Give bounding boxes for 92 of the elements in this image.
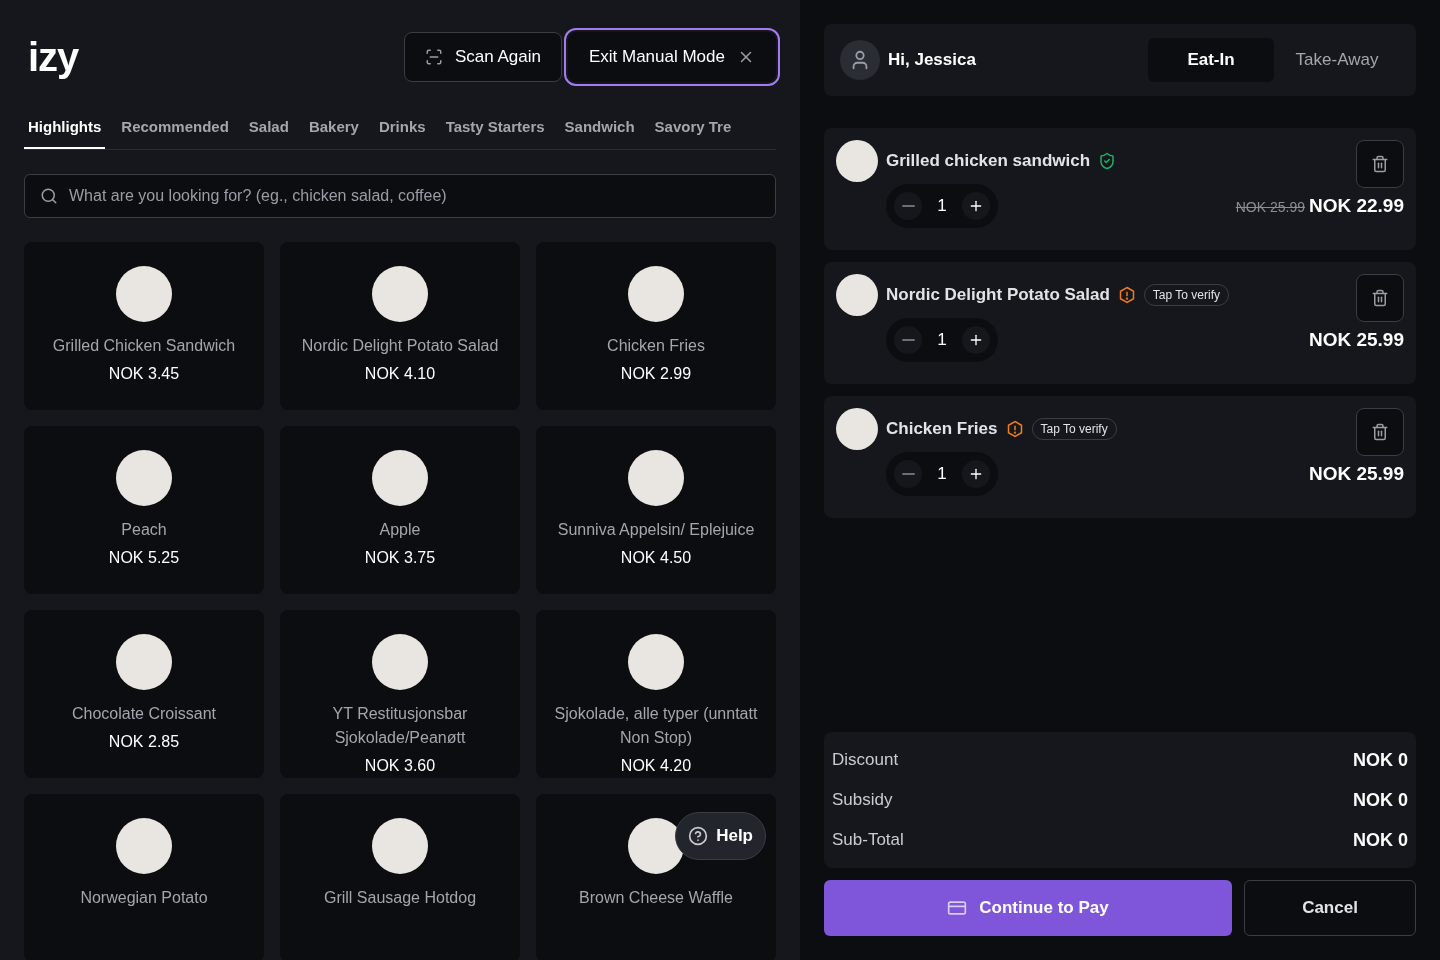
summary-label: Sub-Total [832,829,904,852]
product-card[interactable]: Apple NOK 3.75 [280,425,520,594]
product-card[interactable]: Nordic Delight Potato Salad NOK 4.10 [280,241,520,410]
product-price: NOK 2.85 [108,731,180,752]
product-price: NOK 3.45 [108,363,180,384]
product-price: NOK 3.60 [364,755,436,776]
product-name: Peach [121,519,167,540]
category-tab[interactable]: Savory Tre [650,116,736,149]
quantity: 1 [936,463,948,486]
summary-label: Discount [832,749,899,772]
delete-button[interactable] [1356,140,1404,188]
decrease-button[interactable] [894,326,922,354]
item-name: Grilled chicken sandwich [886,150,1091,173]
logo: izy [28,37,79,77]
warning-icon [1005,420,1024,438]
plus-icon [968,198,984,214]
increase-button[interactable] [962,326,990,354]
category-tab[interactable]: Bakery [304,116,363,149]
item-price: NOK 25.99 [1308,461,1404,486]
product-card[interactable]: YT Restitusjonsbar Sjokolade/Peanøtt NOK 3.60 [280,609,520,778]
plus-icon [968,466,984,482]
product-name: Sunniva Appelsin/ Eplejuice [557,519,755,540]
search-field[interactable]: What are you looking for? (eg., chicken salad, coffee) [24,173,776,218]
decrease-button[interactable] [894,192,922,220]
product-card[interactable]: Norwegian Potato [24,793,264,960]
product-name: Brown Cheese Waffle [579,887,733,908]
summary-value: NOK 0 [1353,828,1408,852]
search-icon [40,186,58,205]
order-type-tab[interactable]: Take-Away [1274,38,1400,82]
category-tab[interactable]: Highlights [24,116,106,149]
product-card[interactable]: Grilled Chicken Sandwich NOK 3.45 [24,241,264,410]
cancel-button[interactable]: Cancel [1244,880,1416,936]
product-price: NOK 4.50 [620,547,692,568]
card-icon [947,898,968,918]
product-card[interactable]: Sjokolade, alle typer (unntatt Non Stop) NOK 4.20 [536,609,776,778]
product-name: YT Restitusjonsbar Sjokolade/Peanøtt [331,703,469,748]
product-price: NOK 3.75 [364,547,436,568]
product-price: NOK 5.25 [108,547,180,568]
scan-icon [424,48,443,66]
category-tab[interactable]: Salad [244,116,293,149]
product-name: Chicken Fries [607,335,705,356]
trash-icon [1371,155,1389,173]
product-price: NOK 4.10 [364,363,436,384]
product-card[interactable]: Chocolate Croissant NOK 2.85 [24,609,264,778]
increase-button[interactable] [962,460,990,488]
minus-icon [901,473,915,475]
item-name: Nordic Delight Potato Salad [886,284,1110,307]
product-name: Nordic Delight Potato Salad [301,335,499,356]
product-card[interactable]: Peach NOK 5.25 [24,425,264,594]
product-card[interactable]: Sunniva Appelsin/ Eplejuice NOK 4.50 [536,425,776,594]
product-name: Sjokolade, alle typer (unntatt Non Stop) [553,703,759,748]
product-card[interactable]: Grill Sausage Hotdog [280,793,520,960]
greeting: Hi, Jessica [888,49,977,72]
summary-label: Subsidy [832,789,893,812]
product-name: Chocolate Croissant [71,703,217,724]
product-name: Grill Sausage Hotdog [323,887,477,908]
photo-placeholder [836,408,878,450]
order-type-tab[interactable]: Eat-In [1148,38,1274,82]
category-tab[interactable]: Drinks [374,116,430,149]
increase-button[interactable] [962,192,990,220]
item-name: Chicken Fries [886,418,998,441]
product-name: Grilled Chicken Sandwich [52,335,236,356]
photo-placeholder [836,274,878,316]
original-price: NOK 25.99 [1235,197,1305,217]
summary-value: NOK 0 [1353,748,1408,772]
trash-icon [1371,289,1389,307]
product-price: NOK 4.20 [620,755,692,776]
item-price: NOK 22.99 [1308,193,1404,218]
product-card[interactable]: Chicken Fries NOK 2.99 [536,241,776,410]
minus-icon [901,205,915,207]
product-price: NOK 2.99 [620,363,692,384]
plus-icon [968,332,984,348]
help-icon [688,826,709,846]
trash-icon [1371,423,1389,441]
product-name: Norwegian Potato [80,887,208,908]
scan-again-button[interactable]: Scan Again [403,32,562,82]
product-name: Apple [379,519,421,540]
delete-button[interactable] [1356,408,1404,456]
quantity: 1 [936,195,948,218]
warning-icon [1117,286,1136,304]
quantity: 1 [936,329,948,352]
decrease-button[interactable] [894,460,922,488]
category-tab[interactable]: Tasty Starters [441,116,549,149]
continue-to-pay-button[interactable]: Continue to Pay [824,880,1232,936]
category-tab[interactable]: Recommended [117,116,233,149]
category-tab[interactable]: Sandwich [560,116,639,149]
item-price: NOK 25.99 [1308,327,1404,352]
verified-shield-icon [1098,152,1117,170]
delete-button[interactable] [1356,274,1404,322]
photo-placeholder [836,140,878,182]
minus-icon [901,339,915,341]
summary-value: NOK 0 [1353,788,1408,812]
